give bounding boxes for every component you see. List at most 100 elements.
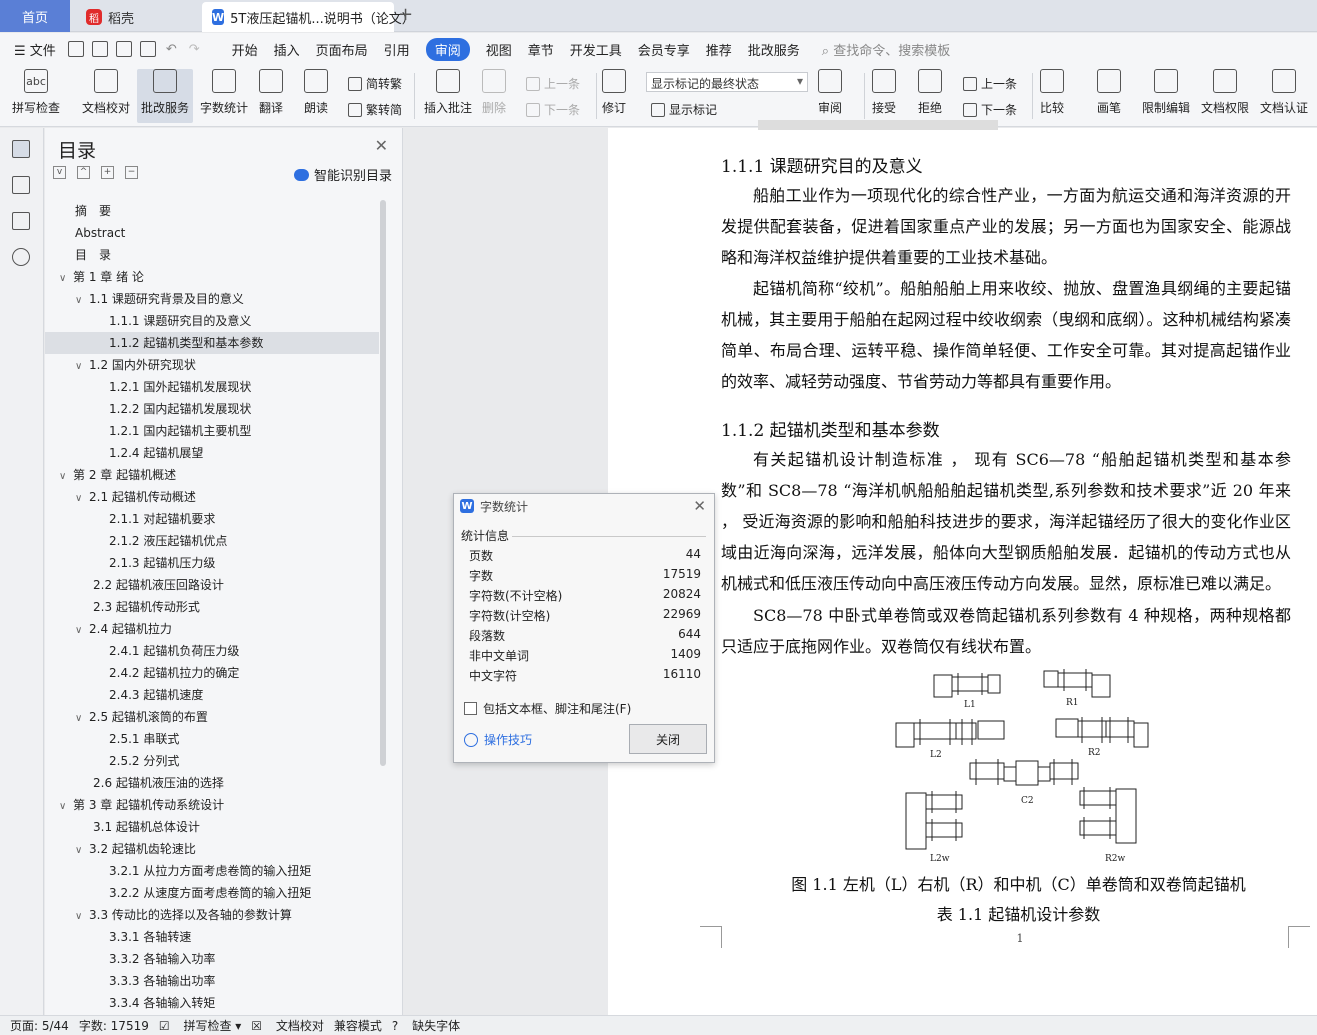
toc-item[interactable]: 1.2.2 国内起锚机发展现状 bbox=[45, 398, 379, 420]
reject-button[interactable]: 拒绝 bbox=[918, 69, 942, 116]
menu-reference[interactable]: 引用 bbox=[384, 40, 410, 59]
pen-button[interactable]: 画笔 bbox=[1097, 69, 1121, 116]
toc-item[interactable]: 2.2 起锚机液压回路设计 bbox=[45, 574, 379, 596]
next-change-button[interactable]: 下一条 bbox=[963, 101, 1017, 118]
accept-button[interactable]: 接受 bbox=[872, 69, 896, 116]
toc-item[interactable]: 2.1.2 液压起锚机优点 bbox=[45, 530, 379, 552]
preview-icon[interactable] bbox=[139, 41, 156, 57]
toc-item[interactable]: 1.1.1 课题研究目的及意义 bbox=[45, 310, 379, 332]
command-search[interactable]: ⌕ 查找命令、搜索模板 bbox=[822, 40, 950, 59]
missing-font-status[interactable]: ? 缺失字体 bbox=[392, 1017, 460, 1034]
spell-check-status[interactable]: ☑ 拼写检查 ▾ bbox=[159, 1017, 241, 1034]
menu-insert[interactable]: 插入 bbox=[274, 40, 300, 59]
tips-link[interactable]: 操作技巧 bbox=[464, 731, 532, 748]
doc-permission-button[interactable]: 文档权限 bbox=[1201, 69, 1249, 116]
add-heading-icon[interactable]: + bbox=[101, 166, 114, 179]
close-icon[interactable]: ✕ bbox=[375, 136, 388, 155]
toc-item[interactable]: ∨ 第 1 章 绪 论 bbox=[45, 266, 379, 288]
menu-developer[interactable]: 开发工具 bbox=[570, 40, 622, 59]
toc-item[interactable]: ∨ 1.2 国内外研究现状 bbox=[45, 354, 379, 376]
toc-item[interactable]: 2.1.1 对起锚机要求 bbox=[45, 508, 379, 530]
next-comment-button[interactable]: 下一条 bbox=[526, 101, 580, 118]
chevron-down-icon[interactable]: ∨ bbox=[59, 268, 73, 290]
menu-layout[interactable]: 页面布局 bbox=[316, 40, 368, 59]
toc-item[interactable]: 2.1.3 起锚机压力级 bbox=[45, 552, 379, 574]
chevron-down-icon[interactable]: ∨ bbox=[75, 356, 89, 378]
word-count-button[interactable]: 字数统计 bbox=[200, 69, 248, 116]
doc-check-status[interactable]: ☒ 文档校对 bbox=[251, 1017, 324, 1034]
include-footnotes-checkbox[interactable]: 包括文本框、脚注和尾注(F) bbox=[464, 700, 631, 717]
chevron-down-icon[interactable]: ∨ bbox=[75, 708, 89, 730]
tab-daoke[interactable]: 稻稻壳 bbox=[72, 2, 200, 32]
read-aloud-button[interactable]: 朗读 bbox=[304, 69, 328, 116]
toc-item[interactable]: 2.3 起锚机传动形式 bbox=[45, 596, 379, 618]
toc-item[interactable]: ∨ 1.1 课题研究背景及目的意义 bbox=[45, 288, 379, 310]
undo-icon[interactable]: ↶ bbox=[166, 42, 177, 57]
smart-toc-button[interactable]: 智能识别目录 bbox=[293, 165, 392, 184]
markup-state-select[interactable]: 显示标记的最终状态 bbox=[646, 72, 808, 92]
toc-item[interactable]: ∨ 第 2 章 起锚机概述 bbox=[45, 464, 379, 486]
trad-to-simp-button[interactable]: 繁转简 bbox=[348, 101, 402, 118]
menu-review[interactable]: 审阅 bbox=[425, 37, 470, 61]
toc-item[interactable]: 2.5.2 分列式 bbox=[45, 750, 379, 772]
restrict-editing-button[interactable]: 限制编辑 bbox=[1142, 69, 1190, 116]
chevron-down-icon[interactable]: ∨ bbox=[59, 796, 73, 818]
doc-check-button[interactable]: 文档校对 bbox=[82, 69, 130, 116]
file-menu[interactable]: ☰ 文件 bbox=[14, 40, 56, 59]
close-button[interactable]: 关闭 bbox=[629, 724, 707, 754]
print-icon[interactable] bbox=[115, 41, 132, 57]
toc-item[interactable]: 1.1.2 起锚机类型和基本参数 bbox=[45, 332, 379, 354]
tab-document[interactable]: W 5T液压起锚机...说明书（论文） bbox=[202, 2, 415, 32]
menu-recommend[interactable]: 推荐 bbox=[706, 40, 732, 59]
translate-button[interactable]: 翻译 bbox=[259, 69, 283, 116]
toc-item[interactable]: 1.2.1 国外起锚机发展现状 bbox=[45, 376, 379, 398]
tab-home[interactable]: 首页 bbox=[0, 0, 70, 32]
remove-heading-icon[interactable]: − bbox=[125, 166, 138, 179]
expand-all-icon[interactable]: v bbox=[53, 166, 66, 179]
toc-item[interactable]: 3.3.4 各轴输入转矩 bbox=[45, 992, 379, 1014]
menu-start[interactable]: 开始 bbox=[232, 40, 258, 59]
track-changes-button[interactable]: 修订 bbox=[602, 69, 626, 116]
toc-item[interactable]: 摘 要 bbox=[45, 200, 379, 222]
dialog-titlebar[interactable]: W 字数统计 bbox=[454, 494, 714, 518]
save-icon[interactable] bbox=[67, 41, 84, 57]
toc-item[interactable]: 3.3.1 各轴转速 bbox=[45, 926, 379, 948]
chevron-down-icon[interactable]: ∨ bbox=[75, 840, 89, 862]
toc-pane-icon[interactable] bbox=[12, 140, 30, 158]
toc-item[interactable]: ∨ 3.2 起锚机齿轮速比 bbox=[45, 838, 379, 860]
menu-member[interactable]: 会员专享 bbox=[638, 40, 690, 59]
review-pane-button[interactable]: 审阅 bbox=[818, 69, 842, 116]
collapse-all-icon[interactable]: ^ bbox=[77, 166, 90, 179]
review-service-button[interactable]: 批改服务 bbox=[137, 69, 194, 123]
section-nav-icon[interactable] bbox=[12, 176, 30, 194]
toc-item[interactable]: ∨ 2.1 起锚机传动概述 bbox=[45, 486, 379, 508]
toc-item[interactable]: ∨ 2.4 起锚机拉力 bbox=[45, 618, 379, 640]
chevron-down-icon[interactable]: ∨ bbox=[59, 466, 73, 488]
chevron-down-icon[interactable]: ∨ bbox=[75, 290, 89, 312]
chevron-down-icon[interactable]: ∨ bbox=[75, 488, 89, 510]
toc-item[interactable]: 2.5.1 串联式 bbox=[45, 728, 379, 750]
toc-item[interactable]: 3.1 起锚机总体设计 bbox=[45, 816, 379, 838]
menu-view[interactable]: 视图 bbox=[486, 40, 512, 59]
toc-item[interactable]: ∨ 3.3 传动比的选择以及各轴的参数计算 bbox=[45, 904, 379, 926]
menu-chapter[interactable]: 章节 bbox=[528, 40, 554, 59]
compare-button[interactable]: 比较 bbox=[1040, 69, 1064, 116]
page-indicator[interactable]: 页面: 5/44 bbox=[10, 1017, 69, 1034]
new-tab-button[interactable]: + bbox=[398, 4, 413, 25]
toc-item[interactable]: 目 录 bbox=[45, 244, 379, 266]
toc-item[interactable]: Abstract bbox=[45, 222, 379, 244]
toc-item[interactable]: 3.2.2 从速度方面考虑卷筒的输入扭矩 bbox=[45, 882, 379, 904]
menu-review-service[interactable]: 批改服务 bbox=[748, 40, 800, 59]
toc-item[interactable]: 2.6 起锚机液压油的选择 bbox=[45, 772, 379, 794]
toc-item[interactable]: 3.2.1 从拉力方面考虑卷筒的输入扭矩 bbox=[45, 860, 379, 882]
toc-item[interactable]: ∨ 第 3 章 起锚机传动系统设计 bbox=[45, 794, 379, 816]
word-count-indicator[interactable]: 字数: 17519 bbox=[79, 1017, 149, 1034]
toc-item[interactable]: 2.4.3 起锚机速度 bbox=[45, 684, 379, 706]
redo-icon[interactable]: ↷ bbox=[189, 42, 200, 57]
show-markup-button[interactable]: 显示标记 bbox=[651, 101, 717, 118]
toc-item[interactable]: 2.4.1 起锚机负荷压力级 bbox=[45, 640, 379, 662]
chevron-down-icon[interactable]: ∨ bbox=[75, 620, 89, 642]
toc-item[interactable]: 1.2.1 国内起锚机主要机型 bbox=[45, 420, 379, 442]
bookmark-icon[interactable] bbox=[12, 212, 30, 230]
prev-change-button[interactable]: 上一条 bbox=[963, 75, 1017, 92]
